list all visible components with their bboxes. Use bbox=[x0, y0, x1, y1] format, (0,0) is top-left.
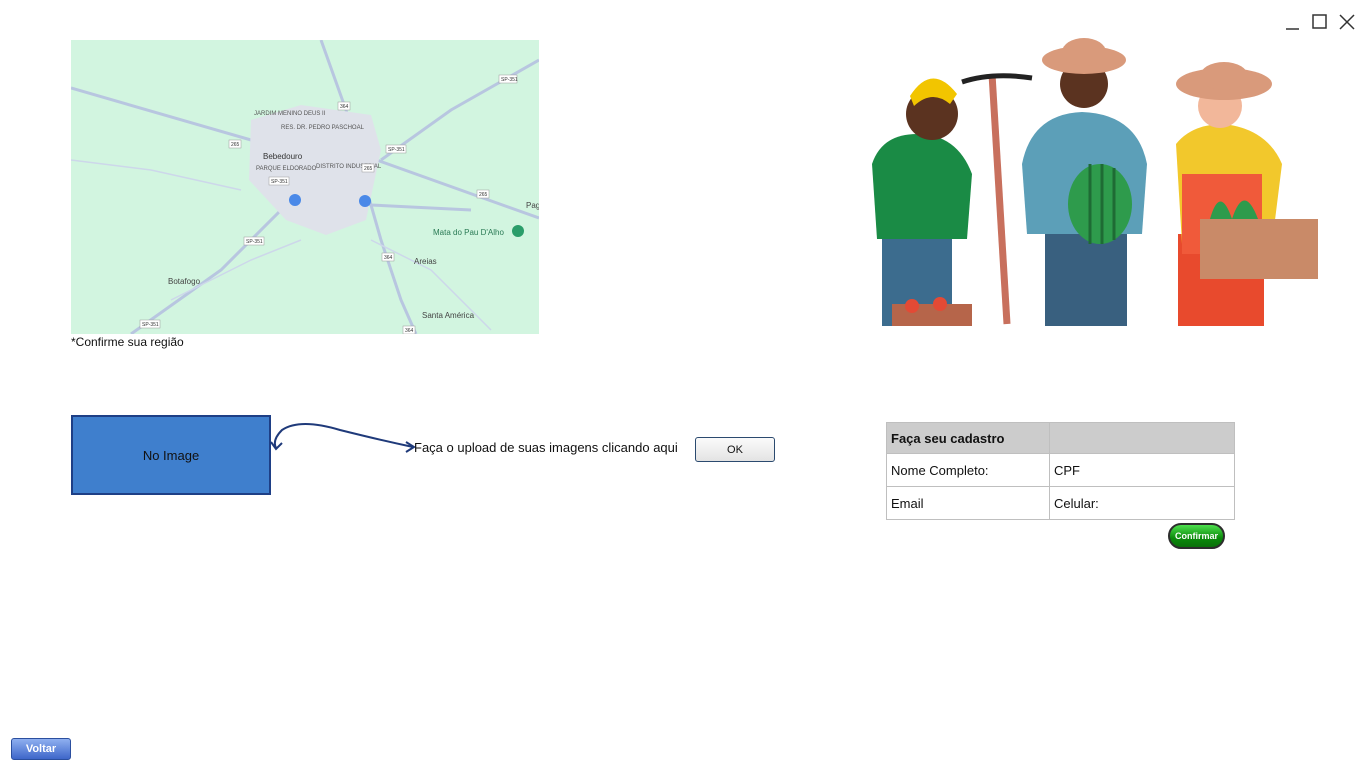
map-pin-icon[interactable] bbox=[512, 225, 524, 237]
road-shield: SP-351 bbox=[501, 77, 518, 83]
road-shield: 364 bbox=[405, 328, 414, 334]
road-shield: 364 bbox=[340, 104, 349, 110]
road-shield: 265 bbox=[479, 192, 488, 198]
map-label-parque: PARQUE ELDORADO bbox=[256, 166, 317, 172]
map-pin-icon[interactable] bbox=[359, 195, 371, 207]
map-label-res: RES. DR. PEDRO PASCHOAL bbox=[281, 125, 365, 131]
map-label-bebedouro: Bebedouro bbox=[263, 152, 303, 161]
curved-arrow-icon bbox=[270, 423, 416, 453]
image-placeholder-label: No Image bbox=[142, 447, 200, 463]
registration-form: Faça seu cadastro Nome Completo: CPF Ema… bbox=[886, 422, 1235, 520]
cpf-field[interactable]: CPF bbox=[1049, 453, 1235, 487]
image-placeholder[interactable]: No Image bbox=[71, 415, 271, 495]
minimize-icon[interactable] bbox=[1283, 12, 1303, 32]
map-pin-icon[interactable] bbox=[289, 194, 301, 206]
back-button[interactable]: Voltar bbox=[11, 738, 71, 760]
region-map[interactable]: JARDIM MENINO DEUS II RES. DR. PEDRO PAS… bbox=[71, 40, 539, 334]
map-label-jardim: JARDIM MENINO DEUS II bbox=[254, 111, 326, 117]
ok-button-label: OK bbox=[727, 443, 743, 456]
road-shield: SP-351 bbox=[388, 147, 405, 153]
road-shield: SP-351 bbox=[142, 322, 159, 328]
ok-button[interactable]: OK bbox=[695, 437, 775, 462]
form-header-empty bbox=[1049, 422, 1235, 454]
back-button-label: Voltar bbox=[25, 743, 57, 755]
full-name-field[interactable]: Nome Completo: bbox=[886, 453, 1050, 487]
email-field[interactable]: Email bbox=[886, 486, 1050, 520]
upload-instruction: Faça o upload de suas imagens clicando a… bbox=[414, 440, 678, 455]
road-shield: 364 bbox=[384, 255, 393, 261]
map-label-pag: Pag bbox=[526, 201, 539, 210]
maximize-icon[interactable] bbox=[1310, 12, 1330, 32]
phone-field[interactable]: Celular: bbox=[1049, 486, 1235, 520]
road-shield: 265 bbox=[231, 142, 240, 148]
road-shield: 265 bbox=[364, 166, 373, 172]
map-label-botafogo: Botafogo bbox=[168, 277, 201, 286]
map-label-areias: Areias bbox=[414, 257, 437, 266]
road-shield: SP-351 bbox=[246, 239, 263, 245]
map-label-mata: Mata do Pau D'Alho bbox=[433, 228, 504, 237]
farmers-illustration bbox=[862, 34, 1322, 328]
close-icon[interactable] bbox=[1337, 12, 1357, 32]
form-title: Faça seu cadastro bbox=[886, 422, 1050, 454]
map-label-santa: Santa América bbox=[422, 311, 475, 320]
confirm-button[interactable]: Confirmar bbox=[1168, 523, 1225, 549]
road-shield: SP-351 bbox=[271, 179, 288, 185]
confirm-button-label: Confirmar bbox=[1174, 531, 1218, 541]
map-caption: *Confirme sua região bbox=[71, 335, 184, 349]
